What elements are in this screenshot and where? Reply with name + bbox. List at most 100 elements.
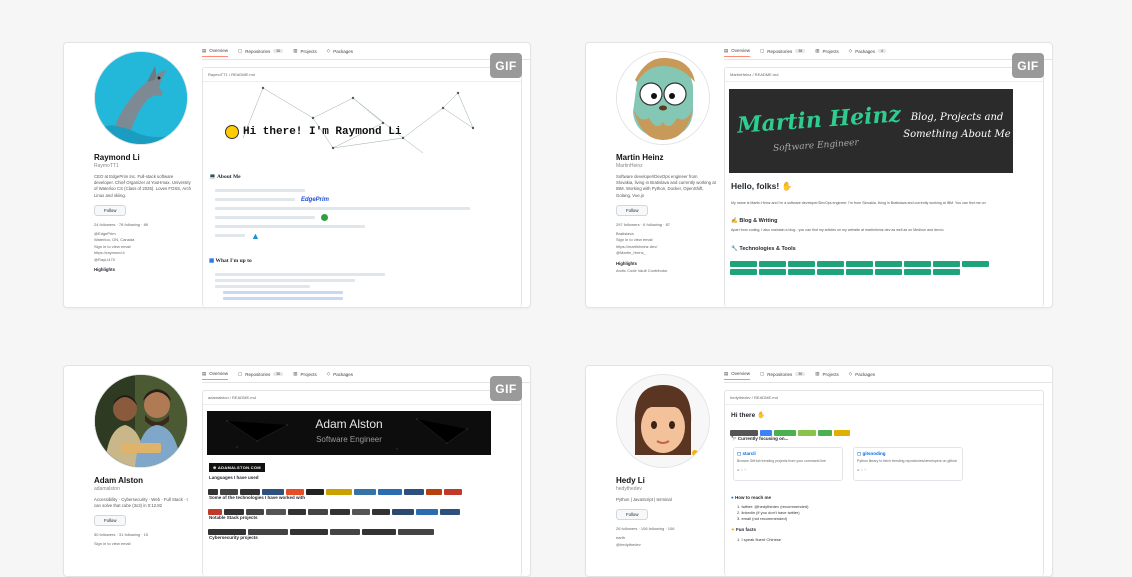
profile-card-adam[interactable]: Adam Alston adamalston Accessibility · C… <box>63 365 531 577</box>
tab-repositories[interactable]: ▢ Repositories 30 <box>238 371 284 377</box>
pinned-repo-gitsnoding[interactable]: ▢ gitsnoding Python library to fetch tre… <box>853 447 963 481</box>
profile-tabs: ▤ Overview ▢ Repositories 30 ▥ Projects ◇ Pac… <box>724 366 1052 383</box>
sparkle-icon: ✦ <box>731 527 735 532</box>
projects-heading: Notable Stack projects <box>209 515 258 520</box>
tech-badge <box>730 261 757 267</box>
profile-card-hedy[interactable]: Hedy Li hedythedev Python | JavaScript |… <box>585 365 1053 577</box>
tech-heading: 🔧 Technologies & Tools <box>731 246 796 252</box>
profile-tabs: ▤ Overview ▢ Repositories 30 ▥ Projects ◇ Pac… <box>202 43 530 60</box>
tab-repositories[interactable]: ▢ Repositories 38 <box>760 48 806 54</box>
reach-heading: ● How to reach me <box>731 495 771 500</box>
tech-badge <box>904 269 931 275</box>
readme-panel: hedythedev / README.md Hi there ✋ 🔭 Curr… <box>724 390 1044 576</box>
tech-badge <box>788 269 815 275</box>
highlights-heading: Highlights <box>616 260 638 266</box>
laptop-icon: 💻 <box>209 174 216 180</box>
tab-packages[interactable]: ◇ Packages <box>327 48 353 54</box>
fun-item: 1. I speak fluent Chinese <box>737 537 782 542</box>
lang-badge <box>444 489 462 495</box>
tech-badge <box>759 269 786 275</box>
tab-projects[interactable]: ▥ Projects <box>293 371 317 377</box>
wrench-icon: 🔧 <box>731 246 738 252</box>
tab-overview[interactable]: ▤ Overview <box>724 370 751 380</box>
globe-icon: ⊕ <box>213 465 217 470</box>
focus-heading: 🔭 Currently focusing on... <box>731 436 789 441</box>
arctic-vault-badge: Arctic Code Vault Contributor <box>616 267 668 273</box>
package-icon: ◇ <box>326 371 331 376</box>
highlights-heading: Highlights <box>94 267 116 273</box>
tab-overview[interactable]: ▤ Overview <box>202 47 229 57</box>
profile-sidebar: Martin Heinz MartinHeinz Software develo… <box>616 51 716 273</box>
repo-icon: ▢ <box>760 48 765 53</box>
gif-badge: GIF <box>1012 53 1044 78</box>
meta-twitter[interactable]: @hedythedev <box>616 542 716 549</box>
avatar <box>94 374 188 468</box>
profile-name: Martin Heinz <box>616 153 664 162</box>
list-item <box>215 189 305 192</box>
follow-button[interactable]: Follow <box>616 204 649 216</box>
tab-packages[interactable]: ◇ Packages 4 <box>849 48 886 54</box>
tab-overview[interactable]: ▤ Overview <box>202 371 229 380</box>
tech-badge <box>904 261 931 267</box>
calendar-icon: ▦ <box>209 258 215 264</box>
project-icon: ▥ <box>815 371 820 376</box>
tab-repositories[interactable]: ▢ Repositories 30 <box>760 371 806 377</box>
tab-packages[interactable]: ◇ Packages <box>849 371 875 377</box>
tab-projects[interactable]: ▥ Projects <box>815 48 839 54</box>
readme-filename: MartinHeinz / README.md <box>725 68 1043 82</box>
list-item[interactable]: 3. email (not recommended) <box>737 516 808 522</box>
book-icon: ▤ <box>724 370 729 376</box>
profile-card-martin[interactable]: Martin Heinz MartinHeinz Software develo… <box>585 42 1053 308</box>
meta-twitter[interactable]: @Martin_Heinz_ <box>616 250 716 257</box>
tab-projects[interactable]: ▥ Projects <box>293 48 317 54</box>
tab-overview[interactable]: ▤ Overview <box>724 48 751 57</box>
list-item: ▲ <box>209 231 479 240</box>
readme-filename: hedythedev / README.md <box>725 391 1043 405</box>
gopher-avatar <box>617 52 709 144</box>
profile-stats: 24 followers · 78 following · 89 <box>94 221 149 227</box>
meta-twitter[interactable]: @RayLi470 <box>94 257 194 264</box>
arch-linux-icon: ▲ <box>251 230 260 241</box>
tab-packages[interactable]: ◇ Packages <box>327 371 353 377</box>
whatsup-heading: ▦ What I'm up to <box>209 258 252 264</box>
website-badge[interactable]: ⊕ ADAMALSTON.COM <box>209 463 265 472</box>
readme-panel: RaymoTT1 / README.md Hi there! I'm Raymo… <box>202 67 522 307</box>
tech-badge <box>846 269 873 275</box>
banner-tagline: Blog, Projects and Something About Me <box>903 112 1011 140</box>
whatsup-list <box>209 270 479 303</box>
cybersecurity-heading: Cybersecurity projects <box>209 535 258 540</box>
technologies-heading: Some of the technologies I have worked w… <box>209 495 306 500</box>
profile-tabs: ▤ Overview ▢ Repositories 38 ▥ Projects ◇ Pac… <box>724 43 1052 60</box>
tab-projects[interactable]: ▥ Projects <box>815 371 839 377</box>
pinned-repo-starcli[interactable]: ▢ starcli Browse GitHub trending project… <box>733 447 843 481</box>
follow-button[interactable]: Follow <box>616 509 649 521</box>
repo-description: Python library to fetch trending reposit… <box>857 459 958 463</box>
readme-banner: Martin Heinz Software Engineer Blog, Pro… <box>729 89 1013 173</box>
gif-badge: GIF <box>490 376 522 401</box>
follow-button[interactable]: Follow <box>94 204 127 216</box>
avatar <box>616 374 710 468</box>
profile-card-raymond[interactable]: Raymond Li RaymoTT1 CEO at EdgePrim Inc.… <box>63 42 531 308</box>
profile-sidebar: Adam Alston adamalston Accessibility · C… <box>94 374 194 548</box>
profile-bio: Python | JavaScript | terminal <box>616 497 672 502</box>
lang-badge <box>354 489 376 495</box>
languages-heading: Languages I have used <box>209 475 259 480</box>
repo-description: Browse GitHub trending projects from you… <box>737 459 826 463</box>
meta-email[interactable]: Sign in to view email <box>94 541 194 548</box>
book-icon: ▤ <box>202 47 207 53</box>
telescope-icon: 🔭 <box>731 436 737 441</box>
tab-repositories[interactable]: ▢ Repositories 30 <box>238 48 284 54</box>
list-item <box>215 225 365 228</box>
profile-bio: CEO at EdgePrim Inc. Full-stack software… <box>94 174 192 198</box>
profile-username: hedythedev <box>616 486 642 492</box>
lang-badge <box>426 489 442 495</box>
memoji-avatar <box>617 375 709 467</box>
profile-meta: @EdgePrim Waterloo, ON, Canada Sign in t… <box>94 231 194 264</box>
blog-heading: ✍ Blog & Writing <box>731 218 778 224</box>
profile-username: adamalston <box>94 486 120 492</box>
blog-text: Apart from coding, I also maintain a blo… <box>731 228 945 232</box>
follow-button[interactable]: Follow <box>94 515 127 527</box>
hello-heading: Hello, folks! ✋ <box>731 181 793 191</box>
readme-banner: Adam Alston Software Engineer <box>207 411 491 455</box>
wave-icon: ✋ <box>781 181 793 191</box>
